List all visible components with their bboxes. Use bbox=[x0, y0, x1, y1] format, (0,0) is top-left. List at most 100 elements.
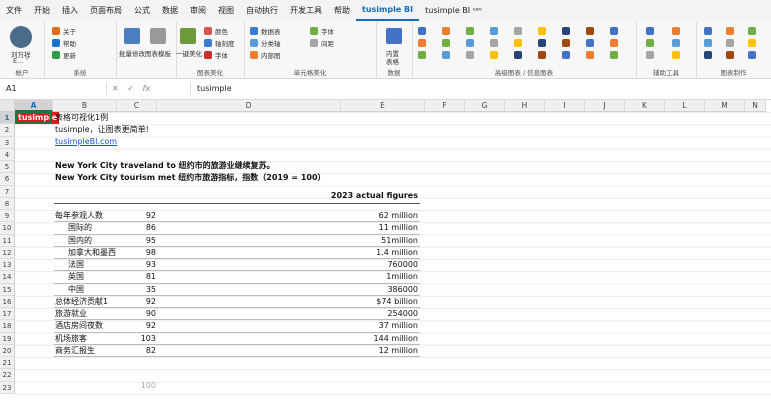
cancel-icon[interactable]: ✕ bbox=[112, 84, 119, 93]
column-header-n[interactable]: N bbox=[745, 100, 766, 112]
column-header-e[interactable]: E bbox=[341, 100, 425, 112]
menu-item-9[interactable]: 开发工具 bbox=[284, 0, 328, 22]
user-sub[interactable]: E... ˅ bbox=[13, 57, 29, 65]
formula-input[interactable]: tusimple bbox=[190, 82, 232, 95]
inner-chart-button[interactable]: 内部图 bbox=[261, 50, 281, 60]
row-actual-value[interactable]: 11 million bbox=[300, 222, 418, 234]
table-button[interactable]: 数据表 bbox=[261, 26, 281, 36]
column-header-d[interactable]: D bbox=[157, 100, 341, 112]
color-button[interactable]: 颜色 bbox=[215, 26, 228, 36]
menu-item-3[interactable]: 页面布局 bbox=[84, 0, 128, 22]
make-group-chart-icon[interactable] bbox=[704, 39, 712, 47]
adv-group-chart-icon[interactable] bbox=[418, 51, 426, 59]
row-index-value[interactable]: 93 bbox=[118, 259, 156, 271]
adv-group-chart-icon[interactable] bbox=[610, 27, 618, 35]
aux-group-chart-icon[interactable] bbox=[646, 39, 654, 47]
row-label[interactable]: 每年参观人数 bbox=[55, 210, 103, 222]
adv-group-chart-icon[interactable] bbox=[514, 51, 522, 59]
adv-group-chart-icon[interactable] bbox=[514, 39, 522, 47]
beautify-button[interactable]: 一键美化 bbox=[176, 48, 202, 58]
row-header-6[interactable]: 6 bbox=[0, 173, 15, 186]
row-header-13[interactable]: 13 bbox=[0, 259, 15, 272]
row-header-1[interactable]: 1 bbox=[0, 112, 15, 125]
row-label[interactable]: 酒店房间夜数 bbox=[55, 320, 103, 332]
spacing-button[interactable]: 间距 bbox=[321, 38, 334, 48]
confirm-icon[interactable]: ✓ bbox=[127, 84, 134, 93]
row-header-4[interactable]: 4 bbox=[0, 148, 15, 162]
adv-group-chart-icon[interactable] bbox=[490, 51, 498, 59]
menu-item-5[interactable]: 数据 bbox=[156, 0, 184, 22]
adv-group-chart-icon[interactable] bbox=[418, 39, 426, 47]
row-header-9[interactable]: 9 bbox=[0, 210, 15, 223]
row-actual-value[interactable]: 1.4 million bbox=[300, 247, 418, 259]
chart-template-button[interactable]: 图表模板 bbox=[144, 48, 172, 58]
help-button[interactable]: 帮助 bbox=[63, 38, 76, 48]
menu-item-8[interactable]: 自动执行 bbox=[240, 0, 284, 22]
column-header-f[interactable]: F bbox=[425, 100, 465, 112]
row-label[interactable]: 商务汇报生 bbox=[55, 345, 95, 357]
aux-group-chart-icon[interactable] bbox=[646, 51, 654, 59]
column-header-m[interactable]: M bbox=[705, 100, 745, 112]
row-header-22[interactable]: 22 bbox=[0, 369, 15, 382]
cell-font-button[interactable]: 字体 bbox=[321, 26, 334, 36]
adv-group-chart-icon[interactable] bbox=[610, 39, 618, 47]
row-actual-value[interactable]: $74 billion bbox=[300, 296, 418, 308]
row-header-19[interactable]: 19 bbox=[0, 332, 15, 345]
row-header-7[interactable]: 7 bbox=[0, 185, 15, 198]
make-group-chart-icon[interactable] bbox=[726, 39, 734, 47]
row-index-value[interactable]: 81 bbox=[118, 271, 156, 283]
adv-group-chart-icon[interactable] bbox=[466, 27, 474, 35]
row-header-23[interactable]: 23 bbox=[0, 381, 15, 394]
row-actual-value[interactable]: 37 million bbox=[300, 320, 418, 332]
adv-group-chart-icon[interactable] bbox=[586, 39, 594, 47]
column-header-b[interactable]: B bbox=[53, 100, 117, 112]
column-header-l[interactable]: L bbox=[665, 100, 705, 112]
menu-item-0[interactable]: 文件 bbox=[0, 0, 28, 22]
fx-icon[interactable]: fx bbox=[143, 84, 151, 93]
row-index-value[interactable]: 92 bbox=[118, 296, 156, 308]
row-header-18[interactable]: 18 bbox=[0, 320, 15, 333]
row-label[interactable]: 总体经济贡献1 bbox=[55, 296, 108, 308]
heading-1[interactable]: New York City traveland to 纽约市的旅游业继续复苏。 bbox=[55, 160, 275, 172]
aux-group-chart-icon[interactable] bbox=[646, 27, 654, 35]
row-actual-value[interactable]: 51million bbox=[300, 235, 418, 247]
font-button[interactable]: 字体 bbox=[215, 50, 228, 60]
adv-group-chart-icon[interactable] bbox=[442, 27, 450, 35]
menu-item-12[interactable]: tusimple BI ˢᵃᵛ bbox=[419, 0, 488, 22]
row-label[interactable]: 机场旅客 bbox=[55, 333, 87, 345]
adv-group-chart-icon[interactable] bbox=[538, 27, 546, 35]
menu-item-11[interactable]: tusimple BI bbox=[356, 1, 420, 21]
column-header-j[interactable]: J bbox=[585, 100, 625, 112]
row-index-value[interactable]: 82 bbox=[118, 345, 156, 357]
row-label[interactable]: 国际的 bbox=[68, 222, 92, 234]
row-header-2[interactable]: 2 bbox=[0, 124, 15, 137]
row-index-value[interactable]: 35 bbox=[118, 284, 156, 296]
sheet-title[interactable]: 表格可视化1例 bbox=[55, 112, 108, 124]
sheet-subtitle[interactable]: tusimple，让图表更简单! bbox=[55, 124, 149, 136]
update-button[interactable]: 更新 bbox=[63, 50, 76, 60]
row-header-14[interactable]: 14 bbox=[0, 271, 15, 284]
column-header-k[interactable]: K bbox=[625, 100, 665, 112]
name-box[interactable]: A1 bbox=[3, 82, 107, 95]
row-label[interactable]: 法国 bbox=[68, 259, 84, 271]
row-header-15[interactable]: 15 bbox=[0, 283, 15, 296]
select-all-corner[interactable] bbox=[0, 100, 15, 112]
row-index-value[interactable]: 92 bbox=[118, 320, 156, 332]
make-group-chart-icon[interactable] bbox=[726, 27, 734, 35]
make-group-chart-icon[interactable] bbox=[726, 51, 734, 59]
heading-2[interactable]: New York City tourism met 纽约市旅游指标，指数（201… bbox=[55, 172, 326, 184]
row-index-value[interactable]: 95 bbox=[118, 235, 156, 247]
row-label[interactable]: 英国 bbox=[68, 271, 84, 283]
adv-group-chart-icon[interactable] bbox=[538, 39, 546, 47]
category-axis-button[interactable]: 分类轴 bbox=[261, 38, 281, 48]
row-header-10[interactable]: 10 bbox=[0, 222, 15, 235]
menu-item-1[interactable]: 开始 bbox=[28, 0, 56, 22]
menu-item-2[interactable]: 插入 bbox=[56, 0, 84, 22]
make-group-chart-icon[interactable] bbox=[748, 39, 756, 47]
aux-group-chart-icon[interactable] bbox=[672, 27, 680, 35]
adv-group-chart-icon[interactable] bbox=[586, 27, 594, 35]
menu-item-6[interactable]: 审阅 bbox=[184, 0, 212, 22]
row-actual-value[interactable]: 62 million bbox=[300, 210, 418, 222]
row-header-20[interactable]: 20 bbox=[0, 344, 15, 358]
menu-item-10[interactable]: 帮助 bbox=[328, 0, 356, 22]
